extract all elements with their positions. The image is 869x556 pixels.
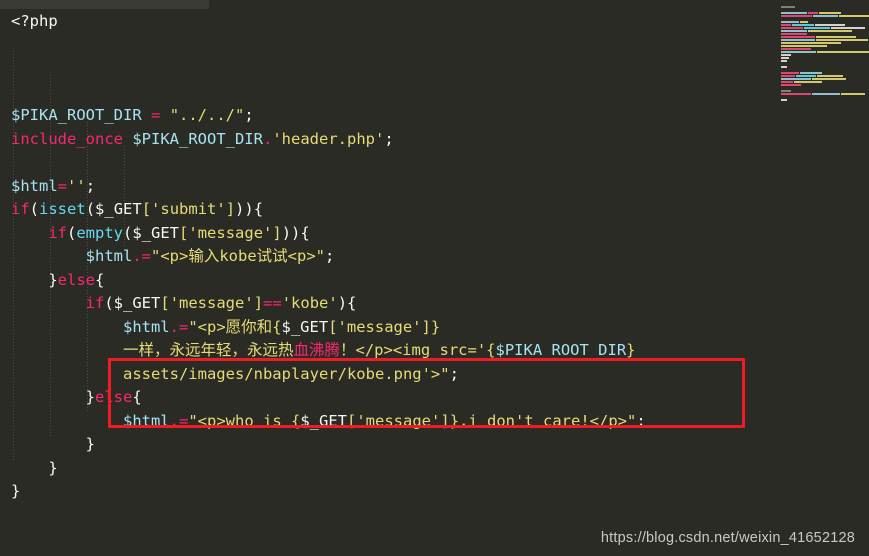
- editor-tab-strip-empty: [209, 0, 869, 9]
- code-line: }else{: [11, 270, 105, 289]
- code-line: $html.="<p>愿你和{$_GET['message']}: [122, 317, 441, 336]
- code-line: if(empty($_GET['message'])){: [48, 223, 310, 242]
- code-line: }: [11, 458, 58, 477]
- code-line: if($_GET['message']=='kobe'){: [85, 294, 357, 312]
- code-line: if(isset($_GET['submit'])){: [11, 200, 264, 218]
- code-line: }: [11, 435, 95, 453]
- editor-tab-strip[interactable]: [0, 0, 209, 9]
- code-line: $html='';: [11, 176, 96, 195]
- code-text-area[interactable]: <?php $PIKA_ROOT_DIR = "../../"; include…: [0, 9, 869, 556]
- code-line: }: [11, 482, 21, 500]
- code-line: 一样，永远年轻，永远热血沸腾！</p><img src='{$PIKA_ROOT…: [122, 341, 636, 359]
- code-line: assets/images/nbaplayer/kobe.png'>";: [122, 364, 459, 383]
- minimap-segment: [781, 6, 795, 8]
- code-line: $html.="<p>输入kobe试试<p>";: [85, 247, 335, 265]
- code-line: include_once $PIKA_ROOT_DIR.'header.php'…: [11, 129, 394, 148]
- code-line: <?php: [11, 12, 58, 30]
- code-line: $PIKA_ROOT_DIR = "../../";: [11, 106, 254, 124]
- code-line: ?>: [0, 551, 869, 556]
- watermark-url: https://blog.csdn.net/weixin_41652128: [600, 530, 855, 546]
- minimap-line: [779, 6, 869, 8]
- code-editor-screenshot: <?php $PIKA_ROOT_DIR = "../../"; include…: [0, 0, 869, 556]
- code-line: $html.="<p>who is {$_GET['message']},i d…: [122, 411, 646, 430]
- code-line: }else{: [11, 388, 142, 406]
